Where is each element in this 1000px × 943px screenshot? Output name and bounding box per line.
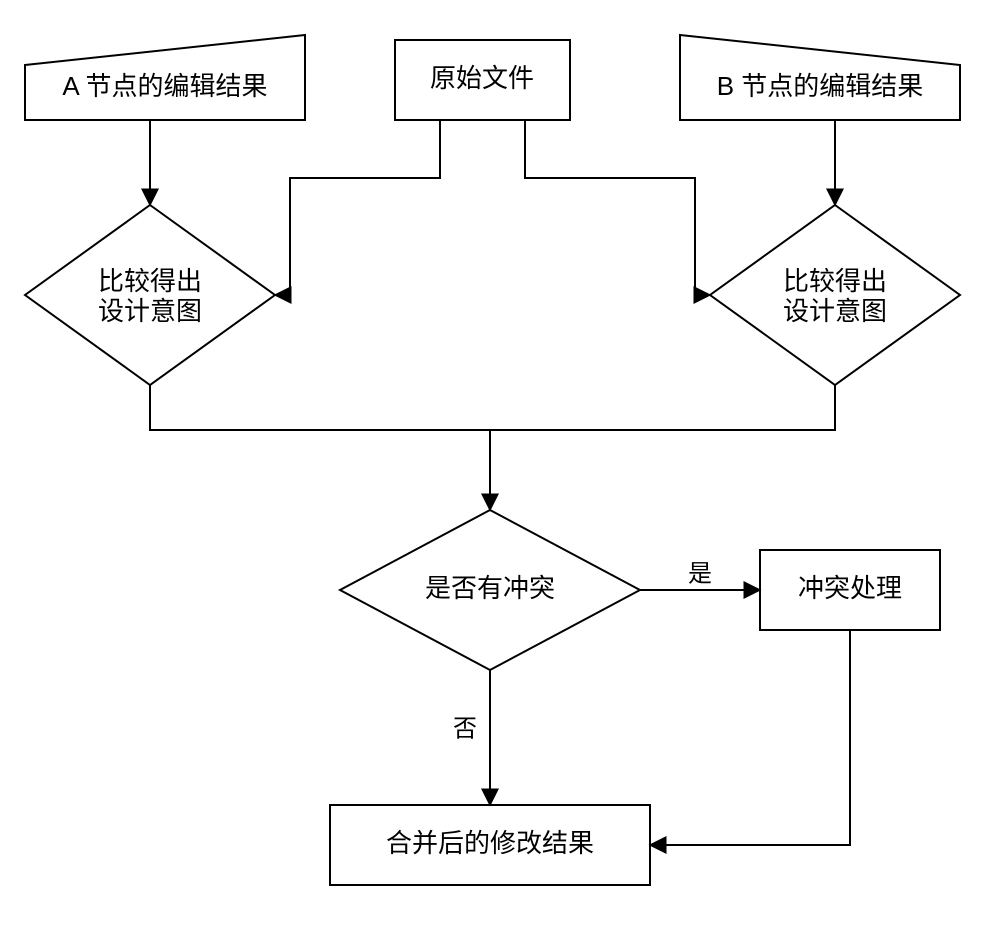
node-compare-b: 比较得出 设计意图 <box>710 205 960 385</box>
node-input-b-label: B 节点的编辑结果 <box>717 71 924 101</box>
edge-compares-join-right <box>490 385 835 430</box>
node-merged: 合并后的修改结果 <box>330 805 650 885</box>
edge-conflict-yes-label: 是 <box>688 560 712 587</box>
edge-original-compareA <box>275 120 440 295</box>
node-compare-b-line1: 比较得出 <box>783 266 887 296</box>
edge-conflict-no-label: 否 <box>453 715 477 742</box>
node-original: 原始文件 <box>395 40 570 120</box>
edge-compares-join-left <box>150 385 490 430</box>
flowchart-canvas: A 节点的编辑结果 原始文件 B 节点的编辑结果 比较得出 设计意图 比较得出 … <box>0 0 1000 943</box>
node-handle-label: 冲突处理 <box>798 573 902 603</box>
node-handle: 冲突处理 <box>760 550 940 630</box>
node-compare-a-line1: 比较得出 <box>98 266 202 296</box>
node-compare-a: 比较得出 设计意图 <box>25 205 275 385</box>
node-original-label: 原始文件 <box>430 63 534 93</box>
node-compare-b-line2: 设计意图 <box>783 296 887 326</box>
node-conflict: 是否有冲突 <box>340 510 640 670</box>
node-input-a-label: A 节点的编辑结果 <box>62 71 267 101</box>
node-compare-a-line2: 设计意图 <box>98 296 202 326</box>
node-merged-label: 合并后的修改结果 <box>386 828 594 858</box>
node-input-b: B 节点的编辑结果 <box>680 35 960 120</box>
edge-handle-merged <box>650 630 850 845</box>
node-conflict-label: 是否有冲突 <box>425 573 555 603</box>
edge-original-compareB <box>525 120 710 295</box>
node-input-a: A 节点的编辑结果 <box>25 35 305 120</box>
